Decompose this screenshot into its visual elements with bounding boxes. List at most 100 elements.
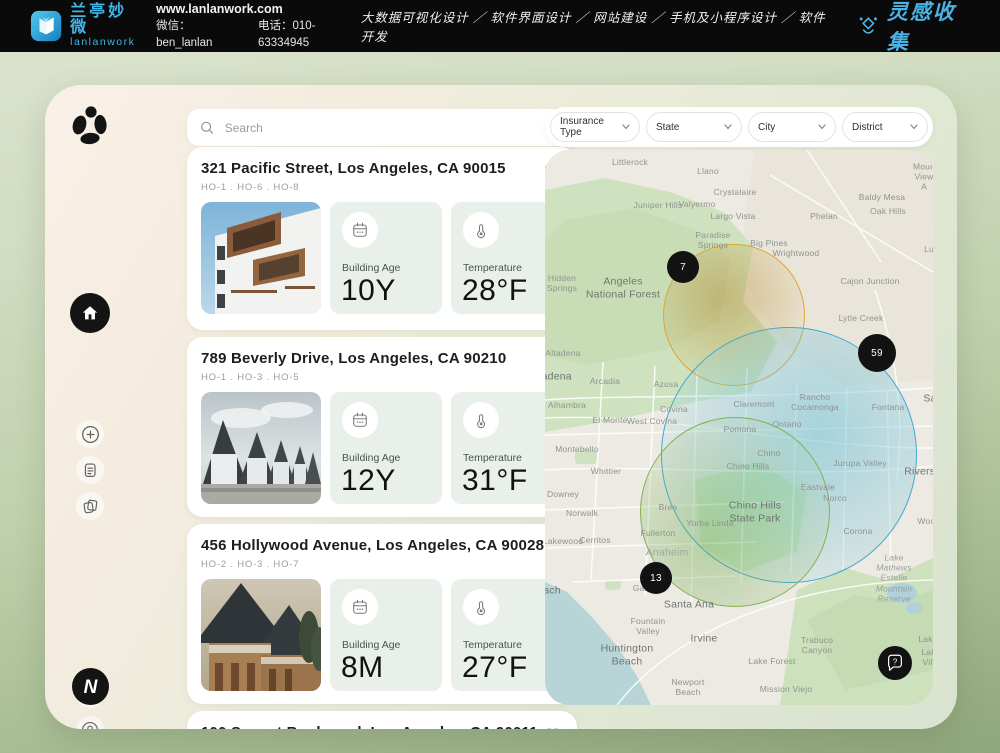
- map-label: Downey: [547, 489, 579, 499]
- map-label: Largo Vista: [710, 211, 755, 221]
- nav-profile-button[interactable]: [76, 716, 104, 729]
- map-label: Paradise Springs: [695, 230, 730, 250]
- property-card[interactable]: 789 Beverly Drive, Los Angeles, CA 90210…: [187, 337, 577, 517]
- property-card[interactable]: 456 Hollywood Avenue, Los Angeles, CA 90…: [187, 524, 577, 704]
- map-label: Rancho Cucamonga: [791, 392, 839, 412]
- property-codes: HO-1 . HO-6 . HO-8: [201, 182, 563, 193]
- chevron-down-icon: [910, 124, 918, 130]
- nav-brand-button[interactable]: N: [72, 668, 109, 705]
- map-label: Whittier: [591, 466, 621, 476]
- map-label: Big Pines: [750, 238, 788, 248]
- property-codes: HO-2 . HO-3 . HO-7: [201, 559, 563, 570]
- property-photo: [201, 392, 321, 504]
- map-label: asadena: [545, 371, 572, 384]
- property-address: 456 Hollywood Avenue, Los Angeles, CA 90…: [201, 537, 563, 554]
- map-label: Llano: [697, 166, 719, 176]
- calendar-icon: [350, 220, 370, 240]
- map-label: Chino: [757, 448, 780, 458]
- map-label: Arcadia: [590, 376, 620, 386]
- filter-insurance-label: Insurance Type: [560, 116, 616, 138]
- property-photo: [201, 202, 321, 314]
- map-label: Altadena: [545, 348, 580, 358]
- map-label: Juniper Hills: [634, 200, 683, 210]
- svg-text:?: ?: [893, 657, 898, 666]
- building-age-value: 10Y: [341, 274, 396, 308]
- map-label: Fountain Valley: [631, 616, 666, 636]
- property-card[interactable]: 321 Pacific Street, Los Angeles, CA 9001…: [187, 147, 577, 330]
- filter-city-label: City: [758, 122, 775, 133]
- thermometer-icon: [471, 220, 491, 240]
- person-icon: [80, 720, 100, 729]
- filter-district[interactable]: District: [842, 112, 928, 142]
- map-label: Norco: [823, 493, 847, 503]
- clipboard-icon: [80, 460, 100, 480]
- building-age-tile: Building Age 8M: [330, 579, 442, 691]
- map-label: Brea: [659, 502, 678, 512]
- map-label: Fontana: [872, 402, 905, 412]
- nav-home-button[interactable]: [70, 293, 110, 333]
- listing-column: 321 Pacific Street, Los Angeles, CA 9001…: [142, 85, 532, 729]
- map-section: Insurance Type State City District: [545, 85, 933, 729]
- thermometer-icon: [471, 597, 491, 617]
- map-label: Santa Ana: [664, 599, 714, 612]
- phone-text: 电话：010-63334945: [258, 18, 361, 51]
- plus-icon: [80, 424, 101, 445]
- property-photo: [201, 579, 321, 691]
- map-label: Lytle Creek: [839, 313, 884, 323]
- nav-notes-button[interactable]: [76, 456, 104, 484]
- map-label: Valyermo: [679, 199, 716, 209]
- map-label: Cajon Junction: [840, 276, 899, 286]
- wechat-text: 微信：ben_lanlan: [156, 18, 242, 51]
- map-label: Moun View A: [913, 162, 933, 193]
- map-label: Irvine: [691, 633, 718, 646]
- map-label: Yorba Linda: [686, 518, 733, 528]
- map-cluster-badge[interactable]: 13: [640, 562, 672, 594]
- calendar-icon: [350, 410, 370, 430]
- filter-state[interactable]: State: [646, 112, 742, 142]
- brand-name-en: lanlanwork: [70, 37, 142, 48]
- help-button[interactable]: ?: [878, 646, 912, 680]
- map-canvas[interactable]: LittlerockLlanoCrystalaireJuniper HillsV…: [545, 150, 933, 705]
- map-label: Alhambra: [548, 400, 586, 410]
- map-label: Littlerock: [612, 157, 648, 167]
- search-input[interactable]: [223, 120, 565, 136]
- map-label: Montebello: [555, 444, 599, 454]
- chevron-down-icon: [818, 124, 826, 130]
- brand-block: 兰亭妙微 lanlanwork: [30, 4, 142, 49]
- map-label: Eastvale: [801, 482, 835, 492]
- nav-documents-button[interactable]: [76, 492, 104, 520]
- filter-insurance-type[interactable]: Insurance Type: [550, 112, 640, 142]
- map-label: Fullerton: [641, 528, 676, 538]
- temperature-label: Temperature: [463, 262, 522, 274]
- property-address: 321 Pacific Street, Los Angeles, CA 9001…: [201, 160, 563, 177]
- map-label: Riversid: [904, 466, 933, 479]
- property-card[interactable]: 100 Sunset Boulevard, Los Angeles, CA 90…: [187, 711, 577, 729]
- pages-icon: [80, 496, 100, 516]
- search-bar[interactable]: [187, 109, 577, 146]
- map-label: Phelan: [810, 211, 838, 221]
- temperature-label: Temperature: [463, 452, 522, 464]
- property-address: 100 Sunset Boulevard, Los Angeles, CA 90…: [201, 724, 563, 729]
- map-label: Lake Mathews Estelle Mountain Reserve: [875, 553, 914, 604]
- map-cluster-badge[interactable]: 7: [667, 251, 699, 283]
- map-label: Lakewood: [545, 536, 583, 546]
- lanlanwork-logo-icon: [30, 9, 62, 43]
- brand-name-cn: 兰亭妙微: [70, 4, 142, 38]
- chevron-down-icon: [622, 124, 630, 130]
- map-label: Azusa: [654, 379, 679, 389]
- map-overlays: LittlerockLlanoCrystalaireJuniper HillsV…: [545, 150, 933, 705]
- search-icon: [199, 119, 215, 136]
- map-label: El Monte: [592, 415, 627, 425]
- question-bubble-icon: ?: [885, 653, 905, 673]
- map-label: Anaheim: [646, 547, 689, 560]
- map-label: each: [545, 585, 561, 598]
- filter-district-label: District: [852, 122, 883, 133]
- map-label: Norwalk: [566, 508, 598, 518]
- nav-add-button[interactable]: [76, 420, 104, 448]
- chevron-down-icon: [724, 124, 732, 130]
- filter-city[interactable]: City: [748, 112, 836, 142]
- website-link[interactable]: www.lanlanwork.com: [156, 0, 361, 18]
- map-label: Covina: [660, 404, 688, 414]
- building-age-label: Building Age: [342, 452, 400, 464]
- map-cluster-badge[interactable]: 59: [858, 334, 896, 372]
